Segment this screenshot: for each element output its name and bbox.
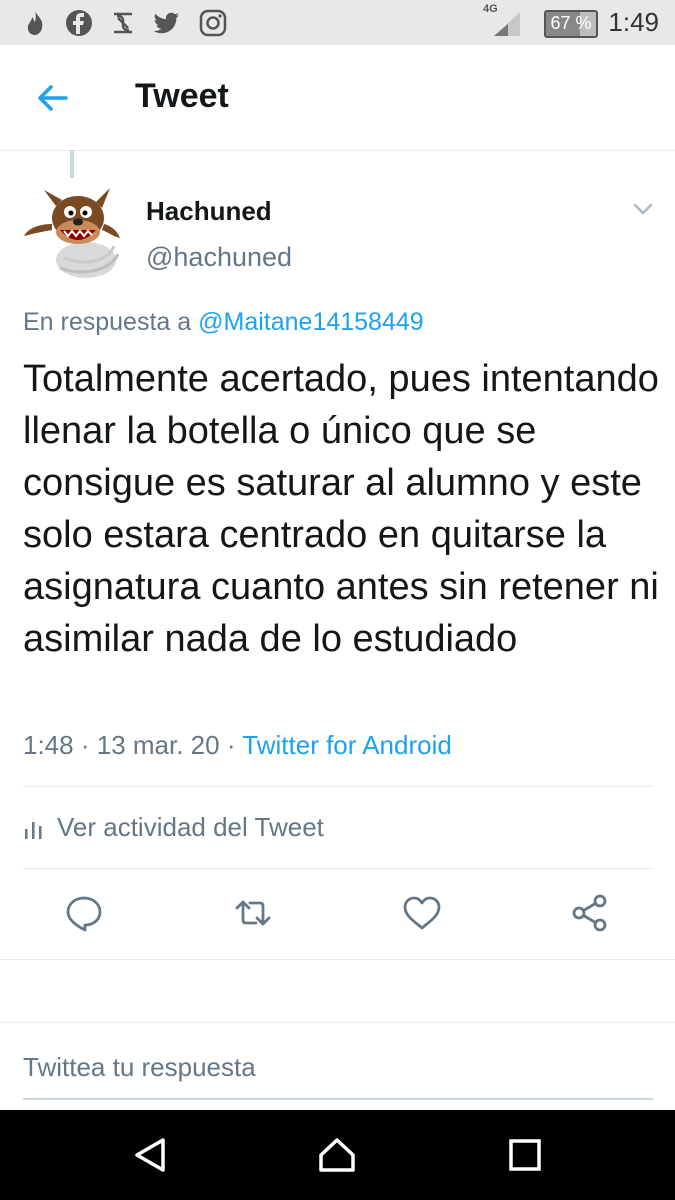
reply-icon[interactable] [63, 892, 105, 934]
like-heart-icon[interactable] [401, 892, 443, 934]
divider [23, 868, 653, 869]
chevron-down-icon[interactable] [630, 196, 656, 222]
tweet-source-link[interactable]: Twitter for Android [242, 730, 452, 760]
retweet-icon[interactable] [232, 892, 274, 934]
clock: 1:49 [608, 7, 659, 37]
tweet-date: 13 mar. 20 [96, 730, 220, 760]
tweet-time: 1:48 [23, 730, 74, 760]
instagram-icon [199, 9, 227, 37]
share-icon[interactable] [569, 892, 611, 934]
back-arrow-icon[interactable] [34, 79, 72, 117]
tweet-metadata: 1:48 · 13 mar. 20 · Twitter for Android [23, 730, 452, 761]
app-header: Tweet [0, 45, 675, 151]
bar-chart-icon [25, 822, 42, 840]
twitter-bird-icon [153, 12, 179, 34]
system-navigation-bar [0, 1110, 675, 1200]
squarespace-icon [114, 12, 132, 34]
cell-signal-icon [494, 12, 520, 36]
view-tweet-activity-button[interactable]: Ver actividad del Tweet [23, 812, 324, 843]
thread-connector-line [70, 150, 74, 178]
compose-underline [23, 1098, 653, 1100]
facebook-icon [66, 10, 92, 36]
battery-percent: 67 % [550, 13, 592, 33]
meta-separator: · [226, 730, 236, 760]
divider [0, 959, 675, 960]
page-title: Tweet [135, 77, 229, 115]
home-icon[interactable] [317, 1135, 357, 1175]
battery-indicator: 67 % [544, 10, 598, 38]
author-display-name[interactable]: Hachuned [146, 196, 272, 227]
activity-label: Ver actividad del Tweet [57, 812, 324, 842]
author-handle[interactable]: @hachuned [146, 242, 292, 273]
recent-apps-icon[interactable] [505, 1135, 545, 1175]
meta-separator: · [80, 730, 90, 760]
reply-mention-link[interactable]: @Maitane14158449 [198, 308, 424, 336]
reply-compose-input[interactable]: Twittea tu respuesta [23, 1052, 256, 1083]
divider [0, 1022, 675, 1023]
reply-context: En respuesta a @Maitane14158449 [23, 308, 424, 337]
tweet-text: Totalmente acertado, pues intentando lle… [23, 358, 659, 660]
divider [23, 786, 653, 787]
avatar[interactable] [20, 180, 124, 284]
status-bar: 4G 67 % 1:49 [0, 0, 675, 45]
tinder-flame-icon [27, 11, 43, 35]
reply-prefix: En respuesta a [23, 308, 192, 336]
back-triangle-icon[interactable] [130, 1135, 170, 1175]
